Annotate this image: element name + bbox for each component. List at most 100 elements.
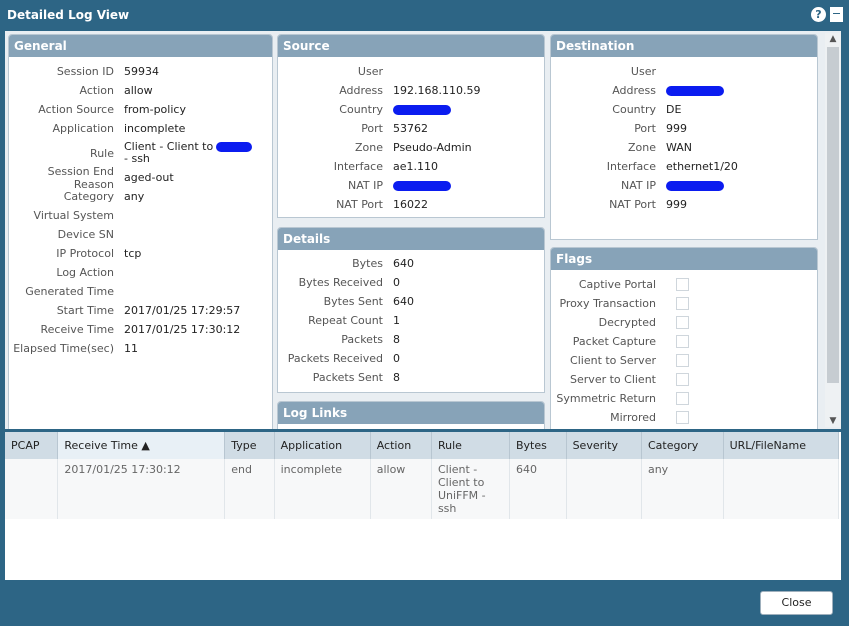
flag-checkbox[interactable]	[676, 278, 689, 291]
vertical-scrollbar[interactable]: ▲ ▼	[825, 33, 841, 427]
general-row: Log Action	[9, 263, 272, 282]
general-label: Application	[52, 122, 114, 135]
flag-label: Server to Client	[570, 373, 656, 386]
flag-label: Mirrored	[610, 411, 656, 424]
general-row: Device SN	[9, 225, 272, 244]
flag-row: Mirrored	[551, 408, 817, 427]
source-value: Pseudo-Admin	[393, 141, 472, 154]
column-header[interactable]: Bytes	[509, 432, 567, 459]
source-label: Interface	[333, 160, 383, 173]
column-header[interactable]: URL/FileName	[723, 432, 840, 459]
details-value: 1	[393, 314, 400, 327]
log-table: PCAP Receive Time ▲ Type Application Action R…	[5, 432, 841, 580]
column-header[interactable]: Action	[370, 432, 432, 459]
scroll-down-icon[interactable]: ▼	[825, 416, 841, 426]
general-value: 59934	[124, 65, 159, 78]
flag-checkbox[interactable]	[676, 392, 689, 405]
column-header[interactable]: Receive Time ▲	[57, 432, 226, 459]
close-button[interactable]: Close	[760, 591, 833, 615]
details-label: Packets Received	[287, 352, 383, 365]
table-cell: Client - Client to UniFFM - ssh	[431, 459, 510, 519]
destination-row: Interface ethernet1/20	[551, 157, 817, 176]
flag-checkbox[interactable]	[676, 373, 689, 386]
general-row: Receive Time 2017/01/25 17:30:12	[9, 320, 272, 339]
redacted-mark	[393, 181, 451, 191]
general-row: Session ID 59934	[9, 62, 272, 81]
table-cell: allow	[370, 459, 432, 519]
general-row: Category any	[9, 187, 272, 206]
flag-checkbox[interactable]	[676, 316, 689, 329]
table-cell	[5, 459, 59, 519]
table-cell: any	[641, 459, 724, 519]
flag-checkbox[interactable]	[676, 354, 689, 367]
destination-label: Country	[612, 103, 656, 116]
column-header[interactable]: Category	[641, 432, 724, 459]
destination-label: Zone	[627, 141, 656, 154]
general-value: any	[124, 190, 145, 203]
general-panel: General Session ID 59934 Action allow Action…	[8, 34, 273, 429]
source-row: User	[278, 62, 544, 81]
general-value: 2017/01/25 17:30:12	[124, 323, 241, 336]
table-cell: incomplete	[274, 459, 371, 519]
destination-label: NAT Port	[609, 198, 656, 211]
general-label: Action	[79, 84, 114, 97]
flag-row: Packet Capture	[551, 332, 817, 351]
destination-value: 999	[666, 122, 687, 135]
general-row: Elapsed Time(sec) 11	[9, 339, 272, 358]
general-row: Rule Client - Client to- ssh	[9, 138, 272, 168]
details-label: Bytes	[352, 257, 383, 270]
general-value: Client - Client to- ssh	[124, 141, 259, 165]
table-cell	[723, 459, 840, 519]
flag-row: Proxy Transaction	[551, 294, 817, 313]
source-row: NAT IP	[278, 176, 544, 195]
destination-value: DE	[666, 103, 682, 116]
help-icon[interactable]: ?	[811, 7, 826, 22]
destination-row: Zone WAN	[551, 138, 817, 157]
redacted-mark	[666, 86, 724, 96]
source-row: Country	[278, 100, 544, 119]
destination-label: Interface	[606, 160, 656, 173]
source-title: Source	[278, 35, 544, 57]
source-label: Port	[361, 122, 383, 135]
column-header[interactable]: Rule	[431, 432, 510, 459]
column-header[interactable]: PCAP	[5, 432, 59, 459]
flag-checkbox[interactable]	[676, 297, 689, 310]
general-row: IP Protocol tcp	[9, 244, 272, 263]
general-label: Device SN	[57, 228, 114, 241]
flag-checkbox[interactable]	[676, 335, 689, 348]
general-label: Start Time	[56, 304, 114, 317]
source-row: Interface ae1.110	[278, 157, 544, 176]
flag-row: Client to Server	[551, 351, 817, 370]
flag-checkbox[interactable]	[676, 411, 689, 424]
scrollbar-thumb[interactable]	[827, 47, 839, 383]
details-row: Packets 8	[278, 330, 544, 349]
general-value: allow	[124, 84, 153, 97]
column-header[interactable]: Type	[224, 432, 275, 459]
redacted-mark	[666, 181, 724, 191]
column-header[interactable]: Application	[274, 432, 371, 459]
log-links-title: Log Links	[278, 402, 544, 424]
flag-label: Decrypted	[598, 316, 656, 329]
maximize-icon[interactable]	[830, 7, 843, 22]
source-panel: Source User Address 192.168.110.59 Country P…	[277, 34, 545, 218]
column-header[interactable]: Severity	[566, 432, 642, 459]
details-label: Packets	[341, 333, 383, 346]
table-cell	[566, 459, 642, 519]
source-label: Address	[339, 84, 383, 97]
scroll-up-icon[interactable]: ▲	[825, 34, 841, 44]
details-value: 0	[393, 276, 400, 289]
table-row[interactable]: 2017/01/25 17:30:12 end incomplete allow Cli…	[5, 459, 840, 519]
general-row: Action Source from-policy	[9, 100, 272, 119]
window-title-bar: Detailed Log View ?	[0, 0, 849, 30]
source-label: Zone	[354, 141, 383, 154]
general-row: Generated Time	[9, 282, 272, 301]
flag-label: Proxy Transaction	[559, 297, 656, 310]
general-label: Category	[63, 190, 114, 203]
source-label: Country	[339, 103, 383, 116]
destination-label: User	[630, 65, 656, 78]
source-value: ae1.110	[393, 160, 438, 173]
destination-label: Port	[634, 122, 656, 135]
source-row: NAT Port 16022	[278, 195, 544, 214]
source-row: Zone Pseudo-Admin	[278, 138, 544, 157]
destination-row: User	[551, 62, 817, 81]
